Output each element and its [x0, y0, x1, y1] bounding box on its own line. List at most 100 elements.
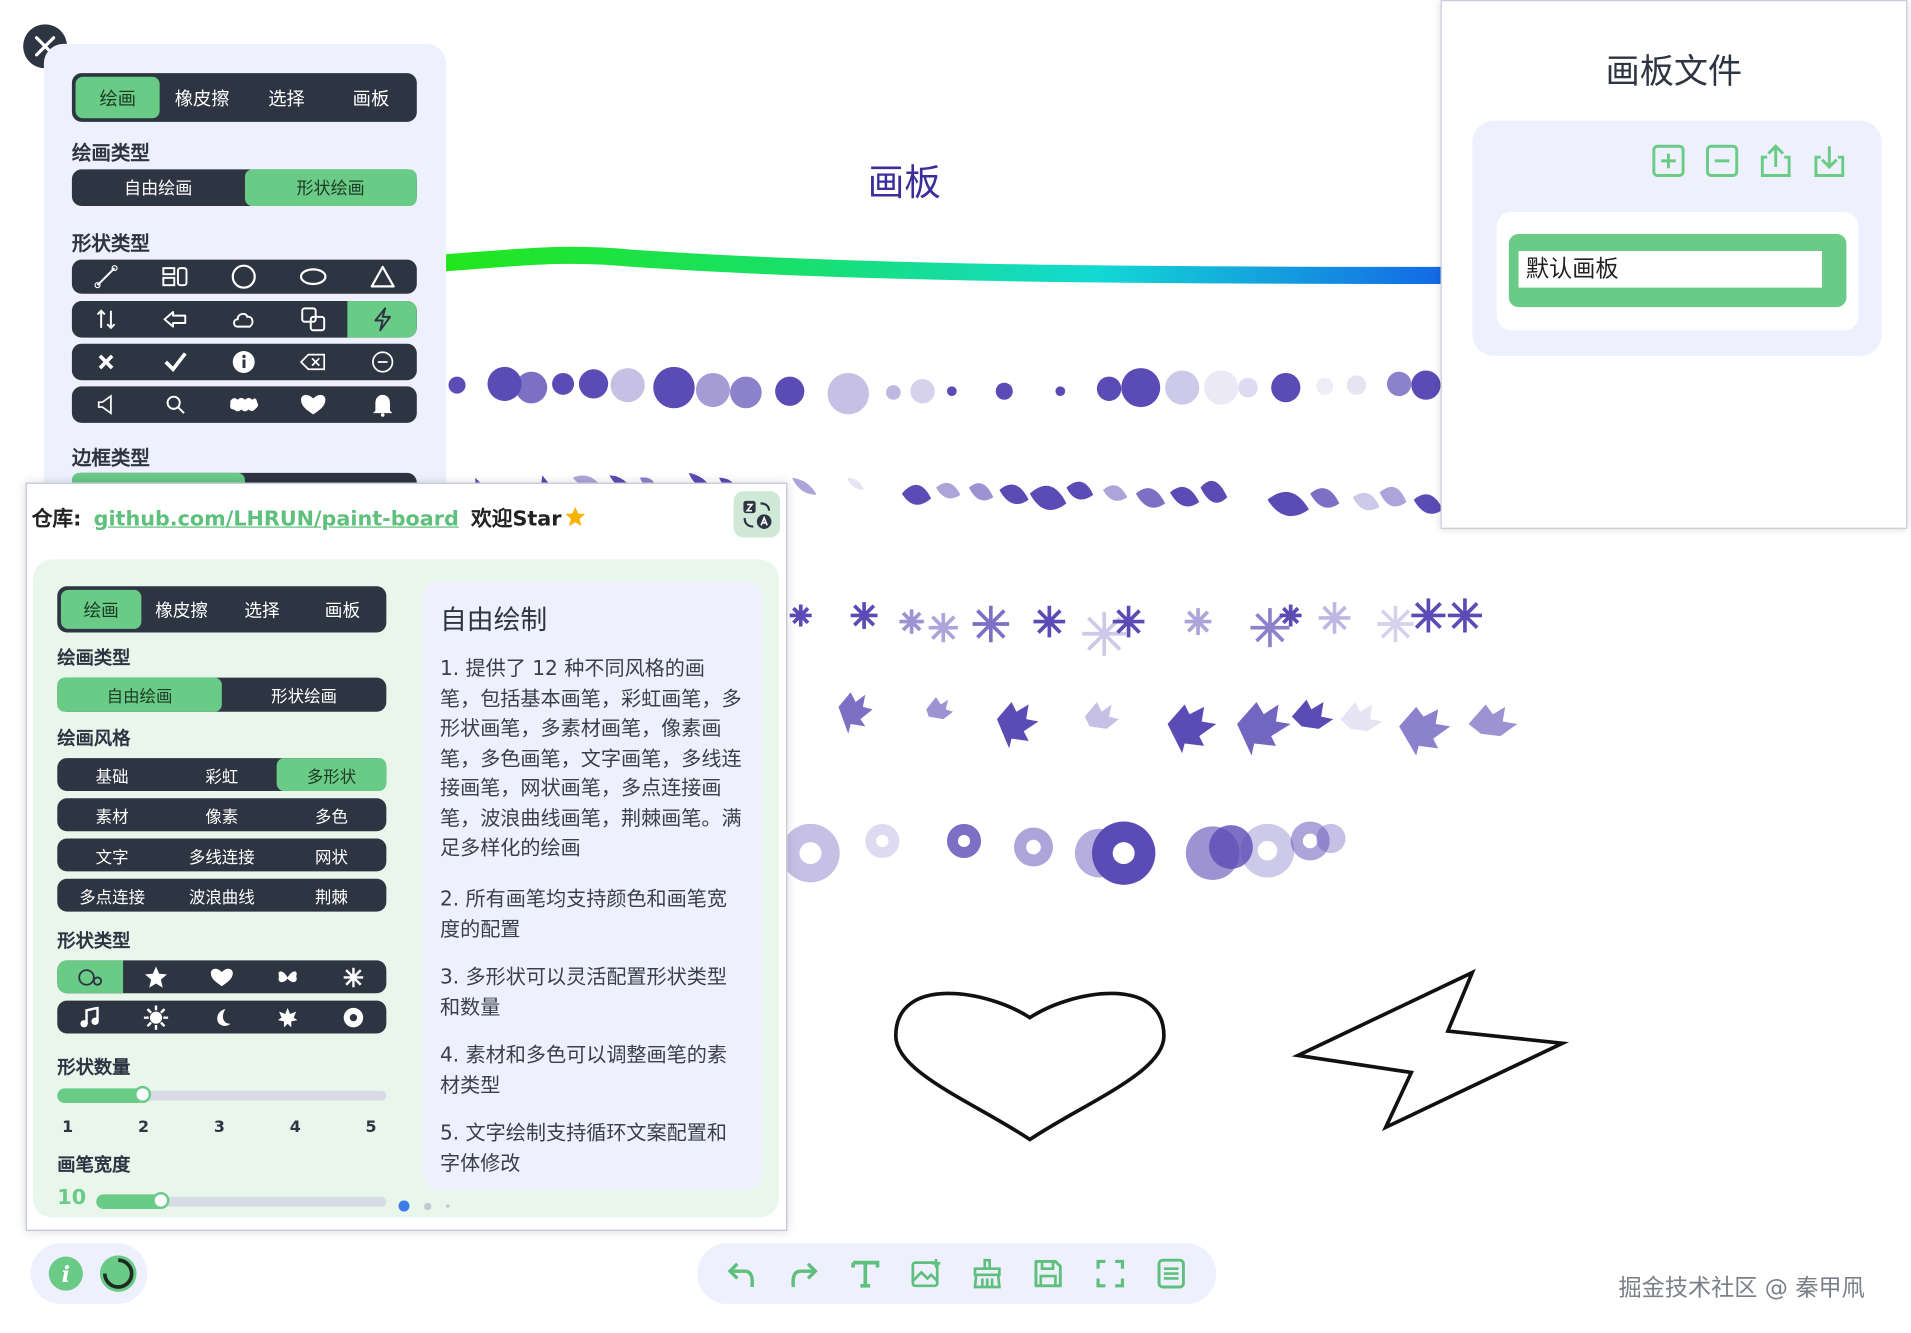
info-body: 绘画 橡皮擦 选择 画板 绘画类型 自由绘画 形状绘画 绘画风格 基础 彩虹 多…	[32, 559, 779, 1218]
preview-bubbles-icon	[57, 960, 124, 994]
fullscreen-icon	[1096, 1259, 1124, 1288]
shape-row-2	[71, 301, 417, 338]
draw-type-toggle: 自由绘画 形状绘画	[71, 169, 417, 206]
style-text: 文字	[95, 847, 129, 868]
preview-style-row-3: 文字 多线连接 网状	[57, 838, 387, 872]
preview-tabs: 绘画 橡皮擦 选择 画板	[57, 586, 387, 633]
repo-link[interactable]: github.com/LHRUN/paint-board	[94, 507, 459, 531]
tick: 3	[213, 1118, 225, 1138]
ellipse-icon[interactable]	[279, 260, 348, 294]
width-thumb	[152, 1191, 170, 1209]
flowers-stroke	[781, 821, 1346, 885]
shape-row-3	[71, 343, 417, 381]
arrow-left-icon[interactable]	[141, 301, 210, 338]
description-item-1: 1. 提供了 12 种不同风格的画笔，包括基本画笔，彩虹画笔，多形状画笔，多素材…	[439, 656, 742, 860]
minus-circle-icon[interactable]	[348, 344, 417, 381]
undo-icon	[727, 1262, 755, 1288]
circle-icon[interactable]	[210, 260, 279, 294]
preview-style-row-2: 素材 像素 多色	[57, 798, 387, 832]
info-icon[interactable]	[210, 344, 279, 381]
clear-button[interactable]	[967, 1253, 1008, 1294]
style-thorn: 荆棘	[315, 887, 348, 908]
list-button[interactable]	[1150, 1253, 1191, 1294]
tick: 1	[62, 1118, 74, 1138]
language-button[interactable]	[733, 491, 780, 538]
style-pixel: 像素	[205, 807, 239, 827]
save-icon	[1034, 1259, 1063, 1288]
main-toolbar	[697, 1243, 1217, 1305]
preview-shape-count-title: 形状数量	[57, 1056, 131, 1079]
tab-select[interactable]: 选择	[244, 77, 328, 118]
download-board-button[interactable]	[1811, 143, 1848, 180]
preview-tab-select: 选择	[244, 601, 280, 621]
redo-button[interactable]	[783, 1253, 824, 1294]
svg-text:i: i	[62, 1262, 70, 1288]
board-file-panel: 画板文件	[1440, 0, 1908, 529]
preview-tab-eraser: 橡皮擦	[155, 601, 209, 621]
upload-board-button[interactable]	[1757, 143, 1794, 180]
image-button[interactable]	[905, 1253, 946, 1294]
heart-icon[interactable]	[279, 386, 348, 423]
fullscreen-button[interactable]	[1089, 1253, 1130, 1294]
x-icon[interactable]	[72, 344, 141, 381]
preview-leaf-icon	[255, 1001, 321, 1034]
bell-icon[interactable]	[348, 386, 417, 423]
save-button[interactable]	[1028, 1253, 1069, 1294]
shape-draw-option[interactable]: 形状绘画	[244, 169, 417, 206]
carousel-dots	[398, 1200, 450, 1212]
tab-board[interactable]: 画板	[329, 77, 413, 118]
description-item-5: 5. 文字绘制支持循环文案配置和字体修改	[439, 1121, 727, 1175]
description-box: 自由绘制 1. 提供了 12 种不同风格的画笔，包括基本画笔，彩虹画笔，多形状画…	[422, 581, 763, 1191]
preview-music-icon	[57, 1001, 123, 1034]
free-draw-option[interactable]: 自由绘画	[72, 169, 244, 206]
arrows-icon[interactable]	[72, 301, 141, 338]
preview-shape-type-title: 形状类型	[57, 929, 131, 952]
search-icon[interactable]	[141, 386, 210, 423]
volume-icon[interactable]	[72, 386, 141, 423]
backspace-icon[interactable]	[279, 344, 348, 381]
preview-snowflake-icon	[321, 960, 387, 993]
undo-button[interactable]	[722, 1253, 763, 1294]
tab-eraser[interactable]: 橡皮擦	[160, 77, 244, 118]
add-board-button[interactable]	[1650, 143, 1687, 180]
copy-icon[interactable]	[279, 301, 348, 338]
carousel-dot-active[interactable]	[398, 1200, 410, 1212]
tab-draw[interactable]: 绘画	[75, 76, 160, 119]
heart-shape	[893, 991, 1166, 1142]
redo-icon	[791, 1262, 819, 1288]
wavy-rect-icon[interactable]	[210, 386, 279, 423]
file-list	[1496, 212, 1859, 331]
lightning-icon[interactable]	[347, 301, 417, 338]
repo-line: 仓库: github.com/LHRUN/paint-board 欢迎Star	[32, 501, 586, 531]
remove-board-button[interactable]	[1704, 143, 1741, 180]
carousel-dot[interactable]	[446, 1204, 450, 1208]
status-button[interactable]	[99, 1254, 138, 1293]
width-slider	[96, 1191, 387, 1209]
check-icon[interactable]	[141, 344, 210, 381]
preview-style-row-4: 多点连接 波浪曲线 荆棘	[57, 878, 387, 912]
style-wave: 波浪曲线	[188, 887, 255, 908]
shape-count-fill	[57, 1088, 146, 1103]
info-icon: i	[48, 1256, 83, 1291]
rect-group-icon[interactable]	[141, 260, 210, 294]
preview-flower-icon	[321, 1001, 387, 1034]
text-button[interactable]	[844, 1253, 885, 1294]
triangle-icon[interactable]	[348, 260, 417, 294]
preview-moon-icon	[189, 1001, 255, 1034]
preview-shape-row-1	[57, 960, 387, 994]
line-icon[interactable]	[72, 260, 141, 294]
loading-icon	[99, 1255, 137, 1292]
preview-draw-type-title: 绘画类型	[57, 647, 131, 670]
info-button[interactable]: i	[48, 1255, 85, 1292]
board-name-input[interactable]	[1518, 251, 1823, 288]
border-type-title: 边框类型	[71, 446, 150, 470]
preview-style-title: 绘画风格	[57, 727, 131, 750]
file-item[interactable]	[1508, 234, 1847, 308]
shape-count-slider	[57, 1085, 387, 1103]
cloud-icon[interactable]	[210, 301, 279, 338]
carousel-dot[interactable]	[424, 1202, 432, 1210]
preview-sun-icon	[123, 1001, 189, 1034]
file-actions	[1650, 143, 1847, 180]
preview-star-icon	[123, 960, 189, 993]
text-icon	[850, 1260, 879, 1288]
